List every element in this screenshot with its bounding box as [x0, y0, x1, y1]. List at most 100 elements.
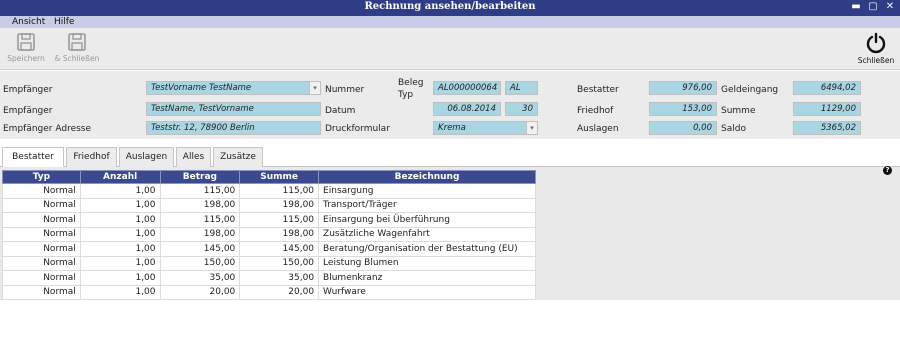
- column-header-summe[interactable]: Summe: [239, 170, 320, 184]
- auslagen-field[interactable]: 0,00: [649, 121, 717, 135]
- positions-table: Typ Anzahl Betrag Summe Bezeichnung Norm…: [2, 170, 536, 300]
- datum-field[interactable]: 06.08.2014: [433, 102, 501, 116]
- empfaenger-value: TestVorname TestName: [151, 83, 252, 93]
- cell-anzahl: 1,00: [79, 241, 161, 257]
- table-row[interactable]: Normal 1,00 115,00 115,00 Einsargung: [2, 183, 536, 199]
- title-bar: Rechnung ansehen/bearbeiten ▬ ▢ ✕: [0, 0, 900, 16]
- column-header-anzahl[interactable]: Anzahl: [79, 170, 161, 184]
- cell-anzahl: 1,00: [79, 212, 161, 228]
- empfaenger-label: Empfänger: [3, 85, 53, 95]
- adresse-field[interactable]: Teststr. 12, 78900 Berlin: [146, 121, 321, 135]
- help-icon[interactable]: ?: [883, 166, 892, 175]
- cell-summe: 115,00: [239, 212, 320, 228]
- druckformular-label: Druckformular: [325, 124, 390, 134]
- floppy-icon: [68, 33, 86, 51]
- friedhof-field[interactable]: 153,00: [649, 102, 717, 116]
- cell-typ: Normal: [2, 255, 81, 271]
- cell-summe: 35,00: [239, 270, 320, 286]
- cell-typ: Normal: [2, 197, 81, 213]
- beleg-label: Beleg: [398, 78, 424, 88]
- cell-summe: 198,00: [239, 226, 320, 242]
- menu-ansicht[interactable]: Ansicht: [12, 16, 45, 28]
- beleg-typ-field[interactable]: AL: [505, 81, 538, 95]
- geldeingang-label: Geldeingang: [721, 85, 779, 95]
- save-close-label: & Schließen: [54, 54, 100, 63]
- table-row[interactable]: Normal 1,00 35,00 35,00 Blumenkranz: [2, 270, 536, 286]
- minimize-button[interactable]: ▬: [850, 1, 862, 13]
- cell-summe: 198,00: [239, 197, 320, 213]
- cell-typ: Normal: [2, 226, 81, 242]
- cell-bezeichnung: Wurfware: [318, 284, 536, 300]
- column-header-bezeichnung[interactable]: Bezeichnung: [318, 170, 536, 184]
- cell-summe: 20,00: [239, 284, 320, 300]
- tab-friedhof[interactable]: Friedhof: [66, 147, 117, 167]
- cell-bezeichnung: Einsargung: [318, 183, 536, 199]
- column-header-typ[interactable]: Typ: [2, 170, 81, 184]
- summe-field[interactable]: 1129,00: [793, 102, 861, 116]
- save-button[interactable]: Speichern: [5, 32, 47, 63]
- table-row[interactable]: Normal 1,00 20,00 20,00 Wurfware: [2, 284, 536, 300]
- saldo-label: Saldo: [721, 124, 746, 134]
- cell-betrag: 198,00: [159, 197, 241, 213]
- close-window-button[interactable]: ✕: [884, 1, 896, 13]
- auslagen-label: Auslagen: [577, 124, 619, 134]
- floppy-icon: [17, 33, 35, 51]
- menu-hilfe[interactable]: Hilfe: [54, 16, 74, 28]
- nummer-label: Nummer: [325, 85, 365, 95]
- tab-zusaetze[interactable]: Zusätze: [213, 147, 263, 167]
- empfaenger-select[interactable]: TestVorname TestName ▾: [146, 81, 321, 95]
- cell-anzahl: 1,00: [79, 284, 161, 300]
- cell-typ: Normal: [2, 241, 81, 257]
- menu-bar: Ansicht Hilfe: [0, 16, 900, 28]
- toolbar: Speichern & Schließen Schließen: [0, 28, 900, 70]
- friedhof-label: Friedhof: [577, 106, 614, 116]
- table-row[interactable]: Normal 1,00 198,00 198,00 Transport/Träger: [2, 197, 536, 213]
- tab-bestatter[interactable]: Bestatter: [2, 147, 64, 168]
- window-title: Rechnung ansehen/bearbeiten: [364, 1, 536, 12]
- cell-summe: 150,00: [239, 255, 320, 271]
- tab-auslagen[interactable]: Auslagen: [119, 147, 174, 167]
- empfaenger-name-field[interactable]: TestName, TestVorname: [146, 102, 321, 116]
- saldo-field[interactable]: 5365,02: [793, 121, 861, 135]
- druckformular-value: Krema: [438, 123, 466, 133]
- tab-bar: Bestatter Friedhof Auslagen Alles Zusätz…: [0, 147, 900, 168]
- bestatter-field[interactable]: 976,00: [649, 81, 717, 95]
- save-close-button[interactable]: & Schließen: [53, 32, 101, 63]
- cell-betrag: 20,00: [159, 284, 241, 300]
- maximize-button[interactable]: ▢: [867, 1, 879, 13]
- power-icon: [866, 32, 886, 54]
- table-row[interactable]: Normal 1,00 150,00 150,00 Leistung Blumen: [2, 255, 536, 271]
- empty-area: [0, 300, 900, 345]
- column-header-betrag[interactable]: Betrag: [159, 170, 241, 184]
- cell-betrag: 35,00: [159, 270, 241, 286]
- typ-label: Typ: [398, 90, 414, 100]
- druckformular-select[interactable]: Krema ▾: [433, 121, 538, 135]
- close-button[interactable]: Schließen: [854, 32, 898, 65]
- adresse-label: Empfänger Adresse: [3, 124, 92, 134]
- chevron-down-icon[interactable]: ▾: [309, 82, 320, 94]
- cell-summe: 115,00: [239, 183, 320, 199]
- chevron-down-icon[interactable]: ▾: [526, 122, 537, 134]
- tab-alles[interactable]: Alles: [176, 147, 211, 167]
- table-row[interactable]: Normal 1,00 198,00 198,00 Zusätzliche Wagenf…: [2, 226, 536, 242]
- invoice-form: Empfänger TestVorname TestName ▾ Empfäng…: [0, 71, 900, 139]
- table-row[interactable]: Normal 1,00 145,00 145,00 Beratung/Organisat…: [2, 241, 536, 257]
- cell-betrag: 115,00: [159, 212, 241, 228]
- table-row[interactable]: Normal 1,00 115,00 115,00 Einsargung bei Übe…: [2, 212, 536, 228]
- cell-anzahl: 1,00: [79, 270, 161, 286]
- cell-anzahl: 1,00: [79, 255, 161, 271]
- cell-betrag: 115,00: [159, 183, 241, 199]
- cell-bezeichnung: Transport/Träger: [318, 197, 536, 213]
- bestatter-label: Bestatter: [577, 85, 619, 95]
- cell-summe: 145,00: [239, 241, 320, 257]
- summe-label: Summe: [721, 106, 756, 116]
- geldeingang-field[interactable]: 6494,02: [793, 81, 861, 95]
- cell-typ: Normal: [2, 183, 81, 199]
- cell-betrag: 150,00: [159, 255, 241, 271]
- save-label: Speichern: [7, 54, 45, 63]
- datum-days-field[interactable]: 30: [505, 102, 538, 116]
- nummer-field[interactable]: AL000000064: [433, 81, 501, 95]
- cell-bezeichnung: Blumenkranz: [318, 270, 536, 286]
- cell-anzahl: 1,00: [79, 226, 161, 242]
- cell-betrag: 145,00: [159, 241, 241, 257]
